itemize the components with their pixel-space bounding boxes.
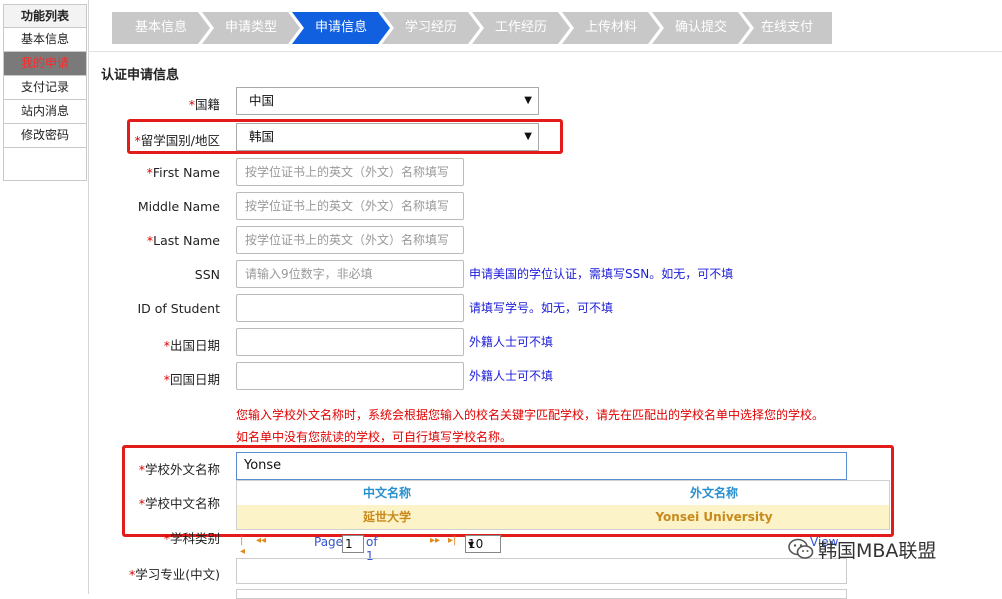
chevron-down-icon: ▼ [524,95,532,106]
dropdown-col-foreign: 外文名称 [689,486,738,500]
departure-date-label: *出国日期 [163,338,220,353]
ssn-input[interactable]: 请输入9位数字，非必填 [236,260,464,288]
school-notice-2: 如名单中没有您就读的学校，可自行填写学校名称。 [236,430,513,444]
study-country-label: *留学国别/地区 [134,133,220,148]
major-cn-label: *学习专业(中文) [128,567,220,582]
return-date-input[interactable] [236,362,464,390]
step-application-info[interactable]: 申请信息 [292,12,390,44]
school-notice-1: 您输入学校外文名称时，系统会根据您输入的校名关键字匹配学校，请先在匹配出的学校名… [236,408,825,422]
last-name-label: *Last Name [146,233,220,248]
dropdown-cell-cn: 延世大学 [362,510,411,524]
school-autocomplete-dropdown: 中文名称 外文名称 延世大学 Yonsei University [236,480,890,530]
middle-name-input[interactable]: 按学位证书上的英文（外文）名称填写 [236,192,464,220]
return-date-hint: 外籍人士可不填 [469,369,554,383]
ssn-hint: 申请美国的学位认证，需填写SSN。如无，可不填 [469,267,734,281]
next-page-icon[interactable]: ▸▸ [430,535,440,546]
first-name-label: *First Name [146,165,220,180]
sidebar-title: 功能列表 [4,5,86,28]
chevron-down-icon: ▼ [524,131,532,142]
sidebar-item-my-application[interactable]: 我的申请 [4,52,86,76]
dropdown-cell-foreign: Yonsei University [655,510,773,524]
next-field-input[interactable] [236,589,847,599]
last-page-icon[interactable]: ▸| [448,535,456,546]
sidebar: 功能列表 基本信息 我的申请 支付记录 站内消息 修改密码 [3,4,87,181]
step-work-history[interactable]: 工作经历 [472,12,570,44]
return-date-label: *回国日期 [163,372,220,387]
last-name-input[interactable]: 按学位证书上的英文（外文）名称填写 [236,226,464,254]
school-cn-name-label: *学校中文名称 [138,496,220,511]
page-size-select[interactable]: 10 ▾ [465,535,501,553]
dropdown-header: 中文名称 外文名称 [237,481,889,505]
step-upload-materials[interactable]: 上传材料 [562,12,660,44]
step-basic-info[interactable]: 基本信息 [112,12,210,44]
sidebar-item-payment-records[interactable]: 支付记录 [4,76,86,100]
section-title: 认证申请信息 [101,68,180,83]
middle-name-label: Middle Name [137,199,220,214]
sidebar-item-messages[interactable]: 站内消息 [4,100,86,124]
subject-category-label: *学科类别 [163,531,220,546]
sidebar-divider [88,0,89,594]
prev-page-icon[interactable]: ◂◂ [256,535,266,546]
header-divider [89,51,1002,52]
student-id-input[interactable] [236,294,464,322]
sidebar-item-change-password[interactable]: 修改密码 [4,124,86,148]
nationality-select[interactable]: 中国 ▼ [236,87,539,115]
dropdown-col-cn: 中文名称 [362,486,411,500]
major-cn-input[interactable] [236,558,847,584]
school-foreign-name-label: *学校外文名称 [138,462,220,477]
departure-date-hint: 外籍人士可不填 [469,335,554,349]
step-study-history[interactable]: 学习经历 [382,12,480,44]
departure-date-input[interactable] [236,328,464,356]
step-application-type[interactable]: 申请类型 [202,12,300,44]
first-page-icon[interactable]: |◂ [240,535,245,557]
student-id-label: ID of Student [137,301,220,316]
step-online-payment[interactable]: 在线支付 [742,12,832,44]
nationality-label: *国籍 [188,97,220,112]
school-foreign-name-input[interactable]: Yonse [236,452,847,480]
page-number-input[interactable]: 1 [342,535,364,553]
step-confirm-submit[interactable]: 确认提交 [652,12,750,44]
watermark-text: 韩国MBA联盟 [818,540,937,562]
ssn-label: SSN [194,267,220,282]
student-id-hint: 请填写学号。如无，可不填 [469,301,614,315]
study-country-select[interactable]: 韩国 ▼ [236,123,539,151]
first-name-input[interactable]: 按学位证书上的英文（外文）名称填写 [236,158,464,186]
sidebar-item-basic-info[interactable]: 基本信息 [4,28,86,52]
wechat-icon [788,538,814,559]
dropdown-row[interactable]: 延世大学 Yonsei University [237,505,889,529]
page-label: Page [314,535,344,549]
